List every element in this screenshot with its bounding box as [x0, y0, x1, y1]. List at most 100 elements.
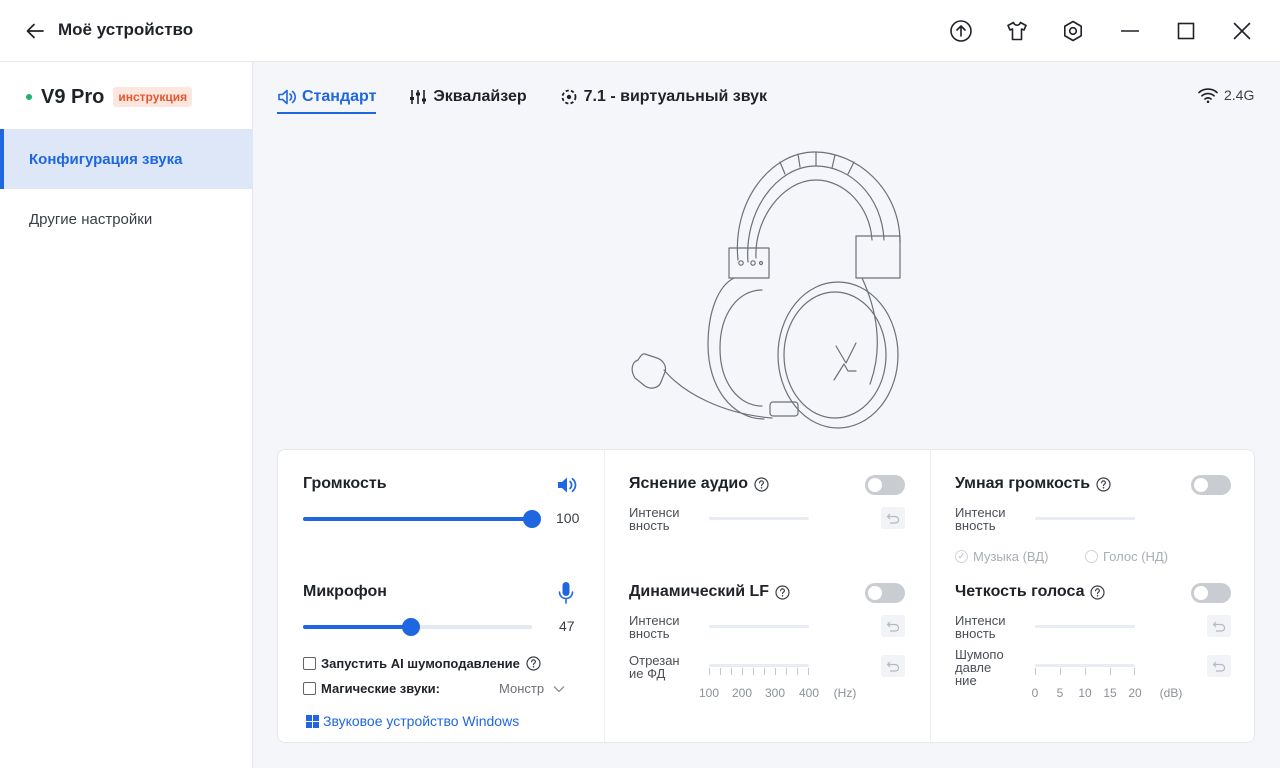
voice-clarity-toggle[interactable] — [1191, 583, 1231, 603]
speaker-volume-icon[interactable] — [556, 475, 578, 495]
voice-clarity-label: Четкость голоса — [955, 583, 1085, 600]
theme-button[interactable] — [1004, 18, 1030, 44]
settings-button[interactable] — [1060, 18, 1086, 44]
undo-icon — [886, 621, 900, 632]
microphone-icon[interactable] — [558, 581, 574, 605]
dynamic-lf-cutoff-slider[interactable] — [709, 664, 809, 667]
windows-sound-device-label: Звуковое устройство Windows — [323, 713, 520, 729]
microphone-slider-thumb[interactable] — [401, 618, 420, 636]
speaker-icon — [278, 89, 297, 105]
sidebar-item-other-settings[interactable]: Другие настройки — [0, 189, 253, 249]
volume-mic-column: Громкость 100 Микрофон 47 Запустить AI ш… — [278, 450, 604, 744]
dynamic-lf-intensity-label: Интенси вность — [629, 613, 680, 641]
volume-heading: Громкость — [303, 475, 387, 492]
voice-clarity-tick-marks — [1035, 668, 1135, 676]
tick-label: 400 — [798, 686, 820, 700]
dynamic-lf-cutoff-label: Отрезан ие ФД — [629, 653, 680, 681]
dynamic-lf-intensity-reset-button[interactable] — [881, 615, 905, 637]
voice-clarity-intensity-slider[interactable] — [1035, 625, 1135, 628]
magic-sounds-select[interactable]: Монстр — [499, 681, 565, 696]
audio-clarity-intensity-slider[interactable] — [709, 517, 809, 520]
windows-sound-device-link[interactable]: Звуковое устройство Windows — [306, 713, 519, 729]
audio-clarity-reset-button[interactable] — [881, 507, 905, 529]
dynamic-lf-heading: Динамический LF — [629, 583, 790, 601]
surround-icon — [561, 89, 577, 105]
firmware-update-button[interactable] — [948, 18, 974, 44]
maximize-icon — [1177, 22, 1195, 40]
device-name: V9 Pro — [41, 85, 105, 108]
tick-label: 20 — [1128, 686, 1142, 700]
voice-clarity-intensity-reset-button[interactable] — [1207, 615, 1231, 637]
undo-icon — [886, 661, 900, 672]
minimize-button[interactable] — [1117, 18, 1143, 44]
smart-volume-voice-option[interactable]: Голос (НД) — [1085, 549, 1168, 564]
ai-noise-option: Запустить AI шумоподавление — [303, 656, 541, 671]
magic-sounds-value: Монстр — [499, 681, 545, 696]
tab-standard[interactable]: Стандарт — [277, 85, 377, 114]
help-icon[interactable] — [1090, 584, 1106, 600]
magic-sounds-checkbox[interactable] — [303, 682, 316, 695]
help-icon[interactable] — [526, 656, 541, 671]
tick-label: 200 — [731, 686, 753, 700]
device-header: V9 Pro инструкция — [26, 85, 193, 108]
smart-volume-intensity-slider[interactable] — [1035, 517, 1135, 520]
tab-virtual-surround[interactable]: 7.1 - виртуальный звук — [559, 85, 767, 109]
ai-noise-checkbox[interactable] — [303, 657, 316, 670]
arrow-left-icon — [26, 23, 44, 39]
help-icon[interactable] — [1096, 476, 1111, 492]
mode-tabs: Стандарт Эквалайзер 7.1 - виртуальный зв… — [277, 85, 767, 115]
audio-clarity-column: Яснение аудио Интенси вность Динамически… — [604, 450, 930, 744]
equalizer-icon — [410, 90, 427, 104]
minimize-icon — [1121, 30, 1139, 32]
audio-clarity-toggle[interactable] — [865, 475, 905, 495]
microphone-slider-fill — [303, 625, 411, 629]
voice-clarity-noise-label: Шумопо давле ние — [955, 647, 1004, 688]
tick-unit: (dB) — [1159, 686, 1183, 700]
title-bar: Моё устройство — [0, 0, 1280, 62]
audio-clarity-intensity-label: Интенси вность — [629, 505, 680, 533]
ai-noise-label: Запустить AI шумоподавление — [321, 656, 520, 671]
dynamic-lf-intensity-slider[interactable] — [709, 625, 809, 628]
smart-volume-heading: Умная громкость — [955, 475, 1111, 493]
wifi-icon — [1198, 88, 1218, 104]
dynamic-lf-cutoff-reset-button[interactable] — [881, 655, 905, 677]
dynamic-lf-toggle[interactable] — [865, 583, 905, 603]
tick-label: 10 — [1078, 686, 1092, 700]
headset-illustration — [631, 151, 901, 429]
smart-volume-column: Умная громкость Интенси вность ✓ Музыка … — [930, 450, 1256, 744]
close-button[interactable] — [1229, 18, 1255, 44]
smart-volume-music-option[interactable]: ✓ Музыка (ВД) — [955, 549, 1048, 564]
undo-icon — [1212, 661, 1226, 672]
close-icon — [1233, 22, 1251, 40]
microphone-heading: Микрофон — [303, 583, 387, 600]
audio-clarity-label: Яснение аудио — [629, 475, 748, 492]
sidebar: V9 Pro инструкция Конфигурация звука Дру… — [0, 62, 253, 768]
manual-badge[interactable]: инструкция — [113, 87, 193, 107]
volume-value: 100 — [556, 510, 580, 526]
back-button[interactable] — [24, 20, 46, 42]
tick-label: 15 — [1103, 686, 1117, 700]
undo-icon — [1212, 621, 1226, 632]
help-icon[interactable] — [775, 584, 790, 600]
maximize-button[interactable] — [1173, 18, 1199, 44]
connection-status-dot — [26, 94, 32, 100]
sidebar-item-sound-config[interactable]: Конфигурация звука — [0, 129, 253, 189]
tick-unit: (Hz) — [833, 686, 857, 700]
window-title: Моё устройство — [58, 20, 194, 39]
voice-clarity-noise-reset-button[interactable] — [1207, 655, 1231, 677]
volume-slider[interactable] — [303, 510, 541, 528]
help-icon[interactable] — [754, 476, 769, 492]
windows-logo-icon — [306, 714, 319, 728]
voice-clarity-heading: Четкость голоса — [955, 583, 1106, 601]
smart-volume-toggle[interactable] — [1191, 475, 1231, 495]
volume-slider-thumb[interactable] — [523, 510, 541, 528]
tab-equalizer[interactable]: Эквалайзер — [408, 85, 527, 109]
magic-sounds-option: Магические звуки: — [303, 681, 440, 696]
voice-clarity-noise-slider[interactable] — [1035, 664, 1135, 667]
voice-clarity-tick-labels: 0 5 10 15 20 (dB) — [931, 686, 1257, 702]
smart-volume-music-label: Музыка (ВД) — [973, 549, 1049, 564]
tick-label: 0 — [1031, 686, 1039, 700]
microphone-slider[interactable] — [303, 618, 532, 636]
dynamic-lf-tick-marks — [709, 668, 809, 676]
connection-label: 2.4G — [1224, 87, 1255, 103]
